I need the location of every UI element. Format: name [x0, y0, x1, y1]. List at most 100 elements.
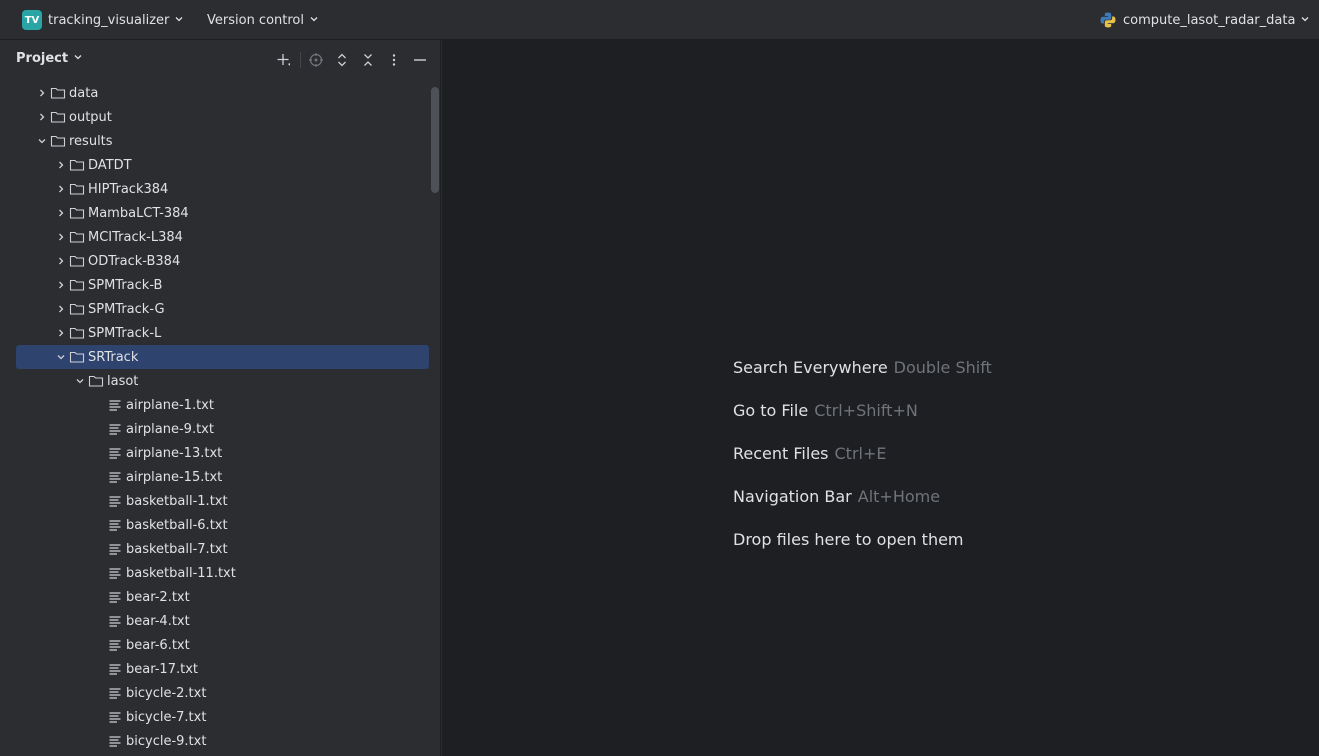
hint-action: Drop files here to open them	[733, 530, 964, 549]
tree-folder-item[interactable]: MambaLCT-384	[53, 201, 420, 225]
text-file-icon	[107, 733, 123, 749]
text-file-icon	[107, 469, 123, 485]
more-vertical-icon	[392, 54, 396, 66]
tree-file-item[interactable]: bear-17.txt	[91, 657, 420, 681]
tree-folder-item[interactable]: SPMTrack-G	[53, 297, 420, 321]
collapse-all-button[interactable]	[358, 50, 378, 70]
tree-file-item[interactable]: bicycle-2.txt	[91, 681, 420, 705]
tree-item-label: bicycle-2.txt	[126, 685, 207, 701]
tree-folder-item[interactable]: output	[34, 105, 420, 129]
hint-shortcut: Ctrl+E	[834, 444, 887, 463]
tree-file-item[interactable]: basketball-6.txt	[91, 513, 420, 537]
tree-file-item[interactable]: airplane-15.txt	[91, 465, 420, 489]
tree-folder-item[interactable]: SPMTrack-L	[53, 321, 420, 345]
tree-folder-item[interactable]: ODTrack-B384	[53, 249, 420, 273]
text-file-icon	[107, 493, 123, 509]
hint-action: Navigation Bar	[733, 487, 852, 506]
chevron-right-icon[interactable]	[53, 181, 69, 197]
tree-file-item[interactable]: bicycle-9.txt	[91, 729, 420, 753]
version-control-label: Version control	[207, 12, 304, 28]
text-file-icon	[107, 565, 123, 581]
editor-hint: Navigation Bar Alt+Home	[733, 487, 940, 506]
tree-folder-item[interactable]: data	[34, 81, 420, 105]
chevron-right-icon[interactable]	[53, 229, 69, 245]
plus-icon	[277, 54, 290, 66]
editor-hint: Drop files here to open them	[733, 530, 964, 549]
tree-folder-item[interactable]: SPMTrack-B	[53, 273, 420, 297]
tree-folder-item[interactable]: DATDT	[53, 153, 420, 177]
expand-all-button[interactable]	[332, 50, 352, 70]
options-menu-button[interactable]	[384, 50, 404, 70]
tree-file-item[interactable]: basketball-11.txt	[91, 561, 420, 585]
hint-shortcut: Alt+Home	[857, 487, 941, 506]
text-file-icon	[107, 637, 123, 653]
folder-icon	[69, 229, 85, 245]
tree-item-label: DATDT	[88, 157, 132, 173]
tree-folder-item[interactable]: SRTrack	[16, 345, 429, 369]
folder-icon	[69, 157, 85, 173]
tree-item-label: bear-6.txt	[126, 637, 190, 653]
tree-item-label: results	[69, 133, 113, 149]
text-file-icon	[107, 613, 123, 629]
locate-file-button[interactable]	[306, 50, 326, 70]
tree-file-item[interactable]: bear-2.txt	[91, 585, 420, 609]
tree-folder-item[interactable]: MCITrack-L384	[53, 225, 420, 249]
tree-item-label: MCITrack-L384	[88, 229, 183, 245]
tree-item-label: basketball-7.txt	[126, 541, 228, 557]
tree-scrollbar-thumb[interactable]	[431, 87, 439, 193]
folder-icon	[69, 181, 85, 197]
chevron-right-icon[interactable]	[53, 157, 69, 173]
tree-file-item[interactable]: bear-6.txt	[91, 633, 420, 657]
tree-file-item[interactable]: airplane-1.txt	[91, 393, 420, 417]
tree-file-item[interactable]: basketball-1.txt	[91, 489, 420, 513]
folder-icon	[69, 277, 85, 293]
tree-folder-item[interactable]: lasot	[72, 369, 420, 393]
tree-file-item[interactable]: airplane-13.txt	[91, 441, 420, 465]
chevron-right-icon[interactable]	[53, 253, 69, 269]
tree-file-item[interactable]: basketball-7.txt	[91, 537, 420, 561]
tree-folder-item[interactable]: results	[34, 129, 420, 153]
tree-item-label: bicycle-9.txt	[126, 733, 207, 749]
chevron-right-icon[interactable]	[34, 85, 50, 101]
chevron-right-icon[interactable]	[53, 325, 69, 341]
chevron-right-icon[interactable]	[53, 301, 69, 317]
project-switcher[interactable]: TV tracking_visualizer	[22, 0, 184, 40]
text-file-icon	[107, 661, 123, 677]
run-configuration-selector[interactable]: compute_lasot_radar_data	[1099, 0, 1310, 40]
tree-item-label: airplane-15.txt	[126, 469, 223, 485]
tree-item-label: HIPTrack384	[88, 181, 169, 197]
tree-file-item[interactable]: bicycle-7.txt	[91, 705, 420, 729]
new-file-button[interactable]	[274, 50, 294, 70]
tree-file-item[interactable]: airplane-9.txt	[91, 417, 420, 441]
tree-item-label: airplane-9.txt	[126, 421, 214, 437]
chevron-right-icon[interactable]	[53, 277, 69, 293]
chevron-right-icon[interactable]	[53, 205, 69, 221]
project-view-selector[interactable]: Project	[16, 51, 83, 66]
folder-icon	[69, 349, 85, 365]
hide-panel-button[interactable]	[410, 50, 430, 70]
text-file-icon	[107, 709, 123, 725]
text-file-icon	[107, 445, 123, 461]
text-file-icon	[107, 421, 123, 437]
chevron-down-icon[interactable]	[72, 373, 88, 389]
text-file-icon	[107, 589, 123, 605]
tree-folder-item[interactable]: HIPTrack384	[53, 177, 420, 201]
version-control-menu[interactable]: Version control	[207, 0, 319, 40]
chevron-right-icon[interactable]	[34, 109, 50, 125]
hint-shortcut: Ctrl+Shift+N	[814, 401, 918, 420]
text-file-icon	[107, 397, 123, 413]
chevron-down-icon[interactable]	[34, 133, 50, 149]
main-toolbar: TV tracking_visualizer Version control c…	[0, 0, 1319, 40]
chevron-down-icon[interactable]	[53, 349, 69, 365]
tree-file-item[interactable]: bear-4.txt	[91, 609, 420, 633]
